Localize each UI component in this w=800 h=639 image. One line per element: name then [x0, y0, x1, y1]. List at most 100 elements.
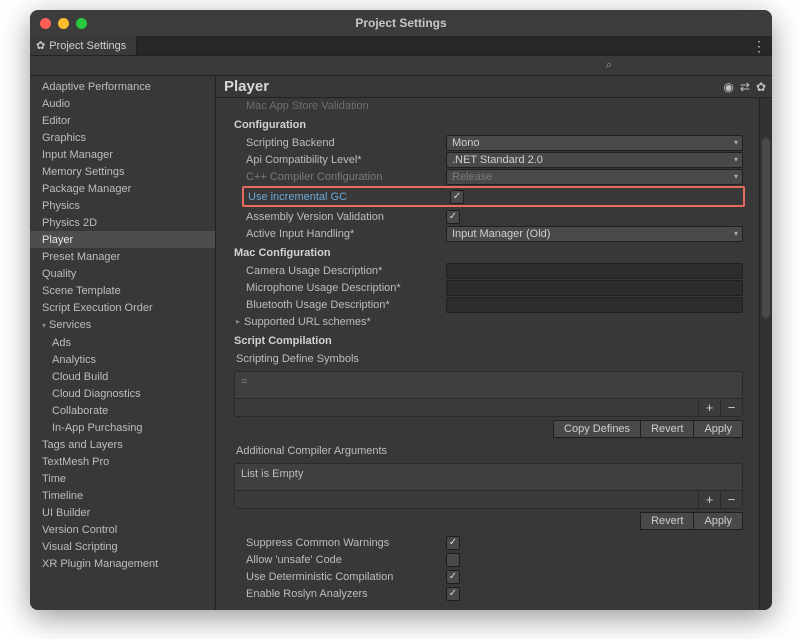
- define-symbols-list[interactable]: =: [235, 372, 742, 398]
- row-roslyn: Enable Roslyn Analyzers: [218, 585, 757, 602]
- label-roslyn: Enable Roslyn Analyzers: [246, 588, 446, 600]
- sidebar-item-script-execution-order[interactable]: Script Execution Order: [30, 299, 215, 316]
- sidebar-item-version-control[interactable]: Version Control: [30, 521, 215, 538]
- dropdown-api-compat[interactable]: .NET Standard 2.0: [446, 152, 743, 168]
- zoom-window-button[interactable]: [76, 18, 87, 29]
- sidebar-item-visual-scripting[interactable]: Visual Scripting: [30, 538, 215, 555]
- revert-button-2[interactable]: Revert: [640, 512, 694, 530]
- sidebar-item-textmesh-pro[interactable]: TextMesh Pro: [30, 453, 215, 470]
- sidebar-item-input-manager[interactable]: Input Manager: [30, 146, 215, 163]
- label-incremental-gc: Use incremental GC: [248, 191, 450, 203]
- add-symbol-button[interactable]: +: [698, 400, 720, 416]
- sidebar-item-time[interactable]: Time: [30, 470, 215, 487]
- section-configuration-title: Configuration: [218, 114, 757, 134]
- sidebar-item-xr-plugin-management[interactable]: XR Plugin Management: [30, 555, 215, 572]
- presets-icon[interactable]: ⇄: [740, 80, 750, 94]
- row-allow-unsafe: Allow 'unsafe' Code: [218, 551, 757, 568]
- drag-handle-icon[interactable]: =: [241, 376, 247, 388]
- tab-project-settings[interactable]: ✿ Project Settings: [30, 36, 137, 55]
- label-allow-unsafe: Allow 'unsafe' Code: [246, 554, 446, 566]
- sidebar-item-in-app-purchasing[interactable]: In-App Purchasing: [30, 419, 215, 436]
- sidebar-item-physics[interactable]: Physics: [30, 197, 215, 214]
- checkbox-suppress-warnings[interactable]: [446, 536, 460, 550]
- dropdown-active-input[interactable]: Input Manager (Old): [446, 226, 743, 242]
- sidebar-item-memory-settings[interactable]: Memory Settings: [30, 163, 215, 180]
- sidebar-item-package-manager[interactable]: Package Manager: [30, 180, 215, 197]
- row-scripting-backend: Scripting Backend Mono: [218, 134, 757, 151]
- checkbox-incremental-gc[interactable]: [450, 190, 464, 204]
- remove-arg-button[interactable]: −: [720, 492, 742, 508]
- apply-button[interactable]: Apply: [694, 420, 743, 438]
- input-camera-desc[interactable]: [446, 263, 743, 279]
- close-window-button[interactable]: [40, 18, 51, 29]
- sidebar-item-analytics[interactable]: Analytics: [30, 351, 215, 368]
- row-incremental-gc: Use incremental GC: [246, 188, 741, 205]
- sidebar-item-adaptive-performance[interactable]: Adaptive Performance: [30, 78, 215, 95]
- additional-args-list[interactable]: List is Empty: [235, 464, 742, 490]
- label-bluetooth-desc: Bluetooth Usage Description*: [246, 299, 446, 311]
- define-symbols-buttons: Copy Defines Revert Apply: [218, 420, 743, 438]
- highlight-incremental-gc: Use incremental GC: [242, 186, 745, 207]
- row-cpp-compiler: C++ Compiler Configuration Release: [218, 168, 757, 185]
- sidebar-item-ui-builder[interactable]: UI Builder: [30, 504, 215, 521]
- tab-bar: ✿ Project Settings ⋮: [30, 36, 772, 56]
- panel-define-symbols: = + −: [234, 371, 743, 417]
- tab-label: Project Settings: [49, 40, 126, 52]
- revert-button[interactable]: Revert: [641, 420, 694, 438]
- section-script-compilation-title: Script Compilation: [218, 330, 757, 350]
- search-bar[interactable]: ⌕: [30, 56, 772, 76]
- settings-gear-icon[interactable]: ✿: [756, 80, 766, 94]
- panel-footer: + −: [235, 398, 742, 416]
- sidebar-item-ads[interactable]: Ads: [30, 334, 215, 351]
- apply-button-2[interactable]: Apply: [694, 512, 743, 530]
- sidebar-item-timeline[interactable]: Timeline: [30, 487, 215, 504]
- sidebar-item-quality[interactable]: Quality: [30, 265, 215, 282]
- row-url-schemes[interactable]: ▸ Supported URL schemes*: [218, 313, 757, 330]
- sidebar-item-audio[interactable]: Audio: [30, 95, 215, 112]
- page-title: Player: [224, 78, 269, 95]
- checkbox-roslyn[interactable]: [446, 587, 460, 601]
- sidebar-item-editor[interactable]: Editor: [30, 112, 215, 129]
- copy-defines-button[interactable]: Copy Defines: [553, 420, 641, 438]
- row-api-compat: Api Compatibility Level* .NET Standard 2…: [218, 151, 757, 168]
- sidebar-item-tags-and-layers[interactable]: Tags and Layers: [30, 436, 215, 453]
- minimize-window-button[interactable]: [58, 18, 69, 29]
- input-bluetooth-desc[interactable]: [446, 297, 743, 313]
- scrollbar-thumb[interactable]: [762, 138, 770, 318]
- sidebar-item-cloud-diagnostics[interactable]: Cloud Diagnostics: [30, 385, 215, 402]
- remove-symbol-button[interactable]: −: [720, 400, 742, 416]
- additional-args-buttons: Revert Apply: [218, 512, 743, 530]
- vertical-scrollbar[interactable]: [759, 98, 772, 610]
- settings-sidebar[interactable]: Adaptive PerformanceAudioEditorGraphicsI…: [30, 76, 216, 610]
- sidebar-item-physics-2d[interactable]: Physics 2D: [30, 214, 215, 231]
- foldout-icon[interactable]: ▸: [236, 317, 240, 326]
- help-icon[interactable]: ◉: [723, 80, 733, 94]
- dropdown-scripting-backend[interactable]: Mono: [446, 135, 743, 151]
- panel-footer-2: + −: [235, 490, 742, 508]
- truncated-row: Mac App Store Validation: [218, 98, 757, 114]
- tab-menu-icon[interactable]: ⋮: [752, 38, 766, 55]
- label-active-input: Active Input Handling*: [246, 228, 446, 240]
- sidebar-item-graphics[interactable]: Graphics: [30, 129, 215, 146]
- sidebar-item-scene-template[interactable]: Scene Template: [30, 282, 215, 299]
- sidebar-item-cloud-build[interactable]: Cloud Build: [30, 368, 215, 385]
- label-define-symbols: Scripting Define Symbols: [236, 353, 436, 365]
- input-microphone-desc[interactable]: [446, 280, 743, 296]
- main-panel: Player ◉ ⇄ ✿ Mac App Store Validation Co…: [216, 76, 772, 610]
- checkbox-deterministic[interactable]: [446, 570, 460, 584]
- row-suppress-warnings: Suppress Common Warnings: [218, 534, 757, 551]
- sidebar-item-services[interactable]: Services: [30, 316, 215, 334]
- row-define-symbols-label: Scripting Define Symbols: [218, 350, 757, 367]
- row-deterministic: Use Deterministic Compilation: [218, 568, 757, 585]
- add-arg-button[interactable]: +: [698, 492, 720, 508]
- sidebar-item-preset-manager[interactable]: Preset Manager: [30, 248, 215, 265]
- row-microphone-desc: Microphone Usage Description*: [218, 279, 757, 296]
- label-url-schemes: Supported URL schemes*: [244, 316, 434, 328]
- sidebar-item-player[interactable]: Player: [30, 231, 215, 248]
- checkbox-assembly-validation[interactable]: [446, 210, 460, 224]
- sidebar-item-collaborate[interactable]: Collaborate: [30, 402, 215, 419]
- checkbox-allow-unsafe[interactable]: [446, 553, 460, 567]
- search-icon: ⌕: [606, 59, 612, 72]
- titlebar[interactable]: Project Settings: [30, 10, 772, 36]
- section-mac-title: Mac Configuration: [218, 242, 757, 262]
